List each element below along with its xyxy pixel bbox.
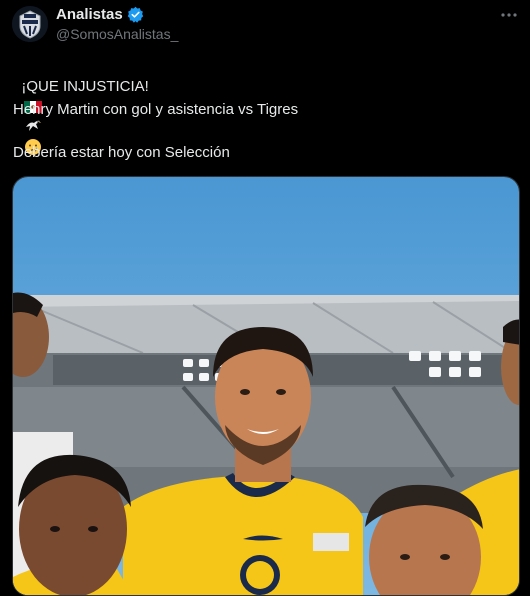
verified-badge-icon bbox=[127, 6, 143, 23]
team-photo-image bbox=[13, 177, 519, 595]
tweet-media-photo[interactable] bbox=[12, 176, 520, 596]
analistas-logo-icon bbox=[12, 6, 48, 42]
author-name-row[interactable]: Analistas bbox=[56, 6, 144, 23]
tweet-text-line-2: Henry Martin con gol y asistencia vs Tig… bbox=[13, 101, 299, 118]
avatar[interactable] bbox=[12, 6, 48, 42]
tweet-headline: ¡QUE INJUSTICIA! bbox=[21, 78, 149, 95]
tweet-text-line-3: Debería estar hoy con Selección bbox=[13, 144, 230, 161]
handle[interactable]: @SomosAnalistas_ bbox=[56, 26, 178, 42]
display-name[interactable]: Analistas bbox=[56, 6, 123, 23]
more-options-icon[interactable] bbox=[500, 6, 518, 24]
